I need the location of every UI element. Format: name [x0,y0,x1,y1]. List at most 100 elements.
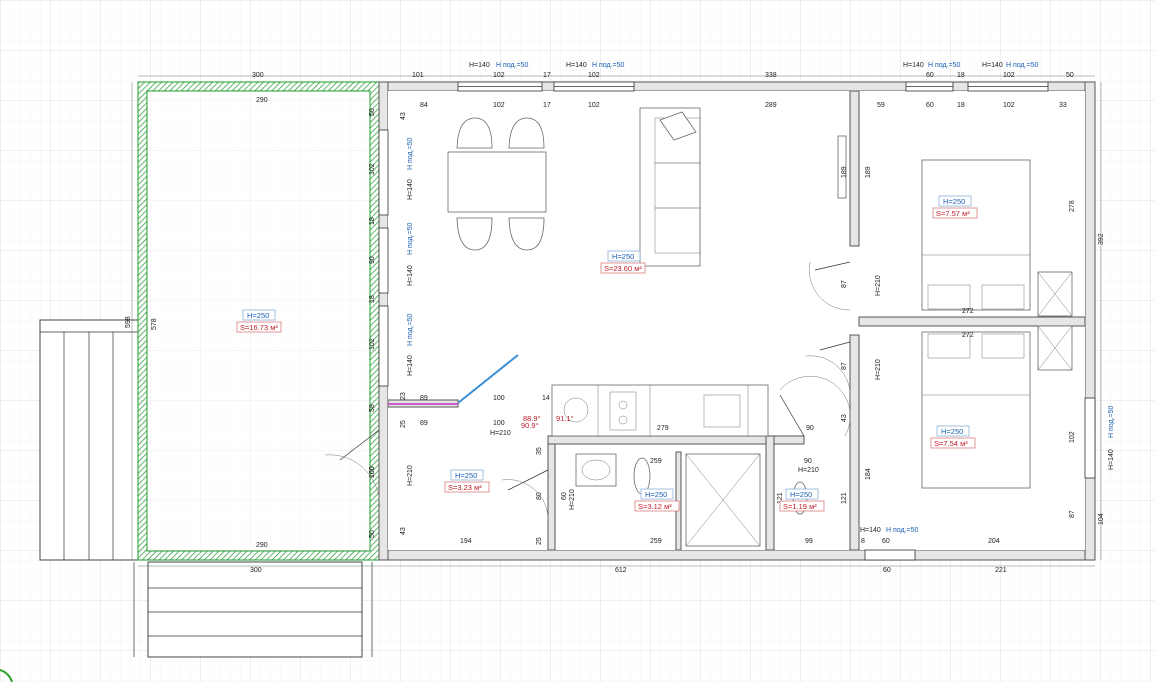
bin-6: 60 [882,538,890,545]
dim-top-7: 60 [926,72,934,79]
door-h-bed1: H=210 [875,275,882,296]
dim-in-6: 59 [877,102,885,109]
rw-4: 104 [1098,513,1105,525]
terrace-side-dim: 578 [151,318,158,330]
win-sill-4: H под.=50 [1006,62,1039,69]
bin-5: 8 [861,538,865,545]
lw-7: 102 [369,338,376,350]
lw-2: 43 [400,112,407,120]
lw-13: 50 [369,530,376,538]
lwin-sill-3: H под.=50 [407,313,414,346]
bwin-sill: H под.=50 [886,527,919,534]
hall-dim-1: 89 [420,395,428,402]
win-sill-1: H под.=50 [496,62,529,69]
lwin-h-1: H=140 [407,179,414,200]
dim-in-1: 84 [420,102,428,109]
pt-3: 87 [841,362,848,370]
floor-plan-canvas[interactable]: 300 101 102 17 102 338 60 18 102 50 H=14… [0,0,1155,683]
dim-in-10: 33 [1059,102,1067,109]
angle-3: 90.9° [521,421,539,430]
sofa [639,107,701,267]
dim-top-6: 338 [765,72,777,79]
bath-area: S=3.12 м² [638,502,672,511]
lw-8: 23 [400,392,407,400]
terrace-area: S=16.73 м² [240,323,278,332]
lw-9: 58 [369,404,376,412]
wc-door-h: H=210 [798,467,819,474]
wc-area: S=1.19 м² [783,502,817,511]
living-height: H=250 [612,252,634,261]
vm-6: 100 [369,466,376,478]
bwin-h: H=140 [860,527,881,534]
terrace-outer-side-dim: 598 [125,316,132,328]
dim-top-10: 50 [1066,72,1074,79]
rw-1: 278 [1069,200,1076,212]
hall-dim-3: 14 [542,395,550,402]
dim-in-8: 18 [957,102,965,109]
lw-12: 43 [400,527,407,535]
win-h-4: H=140 [982,62,1003,69]
bath-height: H=250 [645,490,667,499]
hall-height: H=250 [455,471,477,480]
bedroom-top-area: S=7.57 м² [936,209,970,218]
dim-in-3: 17 [543,102,551,109]
hall-dim-4: 89 [420,420,428,427]
bin-2: 25 [536,537,543,545]
door-h-bed2: H=210 [875,359,882,380]
bath-door-h: H=210 [569,489,576,510]
terrace-height: H=250 [247,311,269,320]
dim-top-9: 102 [1003,72,1015,79]
floor-plan-svg: 300 101 102 17 102 338 60 18 102 50 H=14… [0,0,1155,683]
bed2-width: 272 [962,332,974,339]
win-sill-2: H под.=50 [592,62,625,69]
angle-2: 91.1° [556,414,574,423]
dim-top-2: 101 [412,72,424,79]
terrace-outline [137,81,380,561]
terrace-top-dim: 290 [256,97,268,104]
rwin-h: H=140 [1108,449,1115,470]
lw-4: 18 [369,217,376,225]
bed1-width: 272 [962,308,974,315]
wc-dim-1: 90 [804,458,812,465]
bin-3: 259 [650,538,662,545]
wc-height: H=250 [790,490,812,499]
dim-top-5: 102 [588,72,600,79]
dim-top-3: 102 [493,72,505,79]
lwin-sill-1: H под.=50 [407,137,414,170]
lw-3: 102 [369,163,376,175]
bedroom-bottom-height: H=250 [941,427,963,436]
dim-bottom-mid: 612 [615,567,627,574]
terrace-bottom-dim: 290 [256,542,268,549]
living-area: S=23.60 м² [604,264,642,273]
left-deck [39,319,139,561]
win-sill-3: H под.=50 [928,62,961,69]
bin-1: 194 [460,538,472,545]
hall-door-h: H=210 [490,430,511,437]
vm-5: 121 [841,492,848,504]
pt-1: 189 [841,166,848,178]
dim-right-outer: 392 [1098,233,1105,245]
hall-dim-6: 279 [657,425,669,432]
hall-dim-5: 100 [493,420,505,427]
dim-bottom-right-a: 60 [883,567,891,574]
dim-top-1: 300 [252,72,264,79]
hall-dim-2: 100 [493,395,505,402]
bin-4: 99 [805,538,813,545]
dim-in-7: 60 [926,102,934,109]
hall-area: S=3.23 м² [448,483,482,492]
dim-in-4: 102 [588,102,600,109]
lwin-h-3: H=140 [407,355,414,376]
bath-dim-1: 259 [650,458,662,465]
win-h-2: H=140 [566,62,587,69]
lw-6: 18 [369,295,376,303]
pt-2: 87 [841,280,848,288]
bedroom-top-height: H=250 [943,197,965,206]
lw-1: 50 [369,108,376,116]
vm-1: 35 [536,447,543,455]
win-h-3: H=140 [903,62,924,69]
rw-3: 87 [1069,510,1076,518]
pt-5: 184 [865,468,872,480]
bedroom-bottom-area: S=7.54 м² [934,439,968,448]
dim-in-2: 102 [493,102,505,109]
bottom-stairs [133,561,373,658]
